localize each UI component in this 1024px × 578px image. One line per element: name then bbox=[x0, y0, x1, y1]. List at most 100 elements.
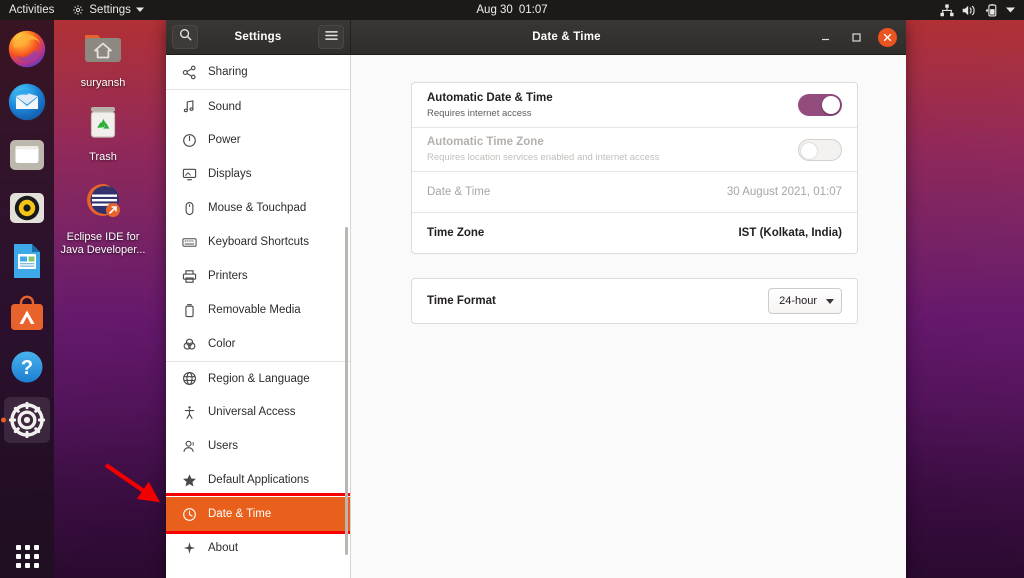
minimize-button[interactable] bbox=[816, 28, 834, 46]
sidebar-item-label: Sharing bbox=[208, 66, 248, 78]
network-wired-icon bbox=[940, 4, 954, 17]
sidebar-item-default-applications[interactable]: Default Applications bbox=[166, 463, 350, 497]
dock-item-help[interactable]: ? bbox=[4, 344, 50, 390]
thunderbird-icon bbox=[7, 82, 47, 122]
share-icon bbox=[181, 64, 198, 81]
app-menu-button[interactable]: Settings bbox=[63, 0, 153, 20]
sidebar-item-date-time[interactable]: Date & Time bbox=[166, 497, 350, 531]
eclipse-icon bbox=[79, 178, 127, 226]
settings-title: Settings bbox=[235, 31, 282, 43]
sidebar-item-label: Date & Time bbox=[208, 508, 271, 520]
sidebar-item-sound[interactable]: Sound bbox=[166, 89, 350, 123]
sidebar-item-universal-access[interactable]: Universal Access bbox=[166, 395, 350, 429]
accessibility-icon bbox=[181, 404, 198, 421]
row-automatic-time-zone[interactable]: Automatic Time Zone Requires location se… bbox=[412, 127, 857, 171]
row-time-format[interactable]: Time Format 24-hour bbox=[412, 279, 857, 323]
row-automatic-date-time[interactable]: Automatic Date & Time Requires internet … bbox=[412, 83, 857, 127]
date-time-panel: Automatic Date & Time Requires internet … bbox=[351, 55, 906, 578]
maximize-button[interactable] bbox=[847, 28, 865, 46]
sidebar-item-removable-media[interactable]: Removable Media bbox=[166, 293, 350, 327]
battery-icon bbox=[985, 4, 998, 17]
trash-icon bbox=[79, 98, 127, 146]
activities-button[interactable]: Activities bbox=[0, 0, 63, 20]
firefox-icon bbox=[7, 29, 47, 69]
sidebar-scrollbar[interactable] bbox=[345, 227, 348, 555]
row-subtitle: Requires location services enabled and i… bbox=[427, 151, 798, 164]
automatic-time-zone-toggle[interactable] bbox=[798, 139, 842, 161]
display-icon bbox=[181, 166, 198, 183]
menu-button[interactable] bbox=[318, 25, 344, 49]
running-indicator-dot bbox=[1, 418, 6, 423]
top-bar-left: Activities Settings bbox=[0, 0, 153, 20]
date-time-value: 30 August 2021, 01:07 bbox=[727, 186, 842, 198]
sidebar-item-users[interactable]: Users bbox=[166, 429, 350, 463]
row-title: Time Format bbox=[427, 294, 768, 309]
sidebar-item-label: Region & Language bbox=[208, 373, 310, 385]
desktop-icon-home-folder[interactable]: suryansh bbox=[57, 24, 149, 90]
sidebar-item-label: About bbox=[208, 542, 238, 554]
sidebar-item-label: Default Applications bbox=[208, 474, 309, 486]
sidebar-item-label: Keyboard Shortcuts bbox=[208, 236, 309, 248]
clock-button[interactable]: Aug 3001:07 bbox=[0, 4, 1024, 16]
sidebar-item-about[interactable]: About bbox=[166, 531, 350, 565]
color-icon bbox=[181, 336, 198, 353]
sidebar-item-mouse-touchpad[interactable]: Mouse & Touchpad bbox=[166, 191, 350, 225]
search-button[interactable] bbox=[172, 25, 198, 49]
power-icon bbox=[181, 132, 198, 149]
clock-date: Aug 30 bbox=[476, 4, 512, 16]
home-folder-icon bbox=[79, 24, 127, 72]
sidebar-item-power[interactable]: Power bbox=[166, 123, 350, 157]
automatic-date-time-toggle[interactable] bbox=[798, 94, 842, 116]
sidebar-item-label: Displays bbox=[208, 168, 251, 180]
sidebar-item-color[interactable]: Color bbox=[166, 327, 350, 361]
music-note-icon bbox=[181, 98, 198, 115]
sidebar-item-label: Power bbox=[208, 134, 241, 146]
row-date-time[interactable]: Date & Time 30 August 2021, 01:07 bbox=[412, 171, 857, 212]
gnome-top-bar: Activities Settings Aug 3001:07 bbox=[0, 0, 1024, 20]
files-icon bbox=[7, 135, 47, 175]
row-time-zone[interactable]: Time Zone IST (Kolkata, India) bbox=[412, 212, 857, 253]
sidebar-item-region-language[interactable]: Region & Language bbox=[166, 361, 350, 395]
desktop-icon-trash[interactable]: Trash bbox=[57, 98, 149, 164]
row-text: Date & Time bbox=[427, 185, 727, 200]
window-body: Sharing Sound bbox=[166, 55, 906, 578]
dock-item-libreoffice-writer[interactable] bbox=[4, 238, 50, 284]
sidebar-item-sharing[interactable]: Sharing bbox=[166, 55, 350, 89]
show-applications-button[interactable] bbox=[0, 545, 54, 568]
settings-gear-icon bbox=[72, 4, 84, 16]
settings-window: Settings Date & Time bbox=[166, 20, 906, 578]
dock-item-rhythmbox[interactable] bbox=[4, 185, 50, 231]
chevron-down-icon bbox=[826, 299, 834, 304]
close-button[interactable] bbox=[878, 28, 897, 47]
titlebar-sidebar-header: Settings bbox=[166, 20, 351, 55]
system-status-area[interactable] bbox=[935, 0, 1020, 20]
sidebar-item-keyboard-shortcuts[interactable]: Keyboard Shortcuts bbox=[166, 225, 350, 259]
dock-item-settings[interactable] bbox=[4, 397, 50, 443]
dock-item-firefox[interactable] bbox=[4, 26, 50, 72]
mouse-icon bbox=[181, 200, 198, 217]
time-format-dropdown[interactable]: 24-hour bbox=[768, 288, 842, 314]
removable-media-icon bbox=[181, 302, 198, 319]
sidebar-list: Sharing Sound bbox=[166, 55, 350, 565]
sidebar-item-displays[interactable]: Displays bbox=[166, 157, 350, 191]
search-icon bbox=[179, 28, 192, 46]
dock-item-ubuntu-software[interactable] bbox=[4, 291, 50, 337]
about-icon bbox=[181, 540, 198, 557]
desktop-icon-label: suryansh bbox=[81, 77, 126, 90]
svg-text:?: ? bbox=[21, 357, 33, 379]
dock-item-thunderbird[interactable] bbox=[4, 79, 50, 125]
row-subtitle: Requires internet access bbox=[427, 107, 798, 120]
row-text: Automatic Date & Time Requires internet … bbox=[427, 91, 798, 120]
libreoffice-writer-icon bbox=[7, 241, 47, 281]
row-title: Time Zone bbox=[427, 226, 738, 241]
sidebar-item-label: Users bbox=[208, 440, 238, 452]
dock-item-files[interactable] bbox=[4, 132, 50, 178]
sidebar-item-printers[interactable]: Printers bbox=[166, 259, 350, 293]
desktop-icon-label: Eclipse IDE for Java Developer... bbox=[57, 231, 149, 257]
grid-apps-icon bbox=[16, 545, 39, 568]
row-text: Time Format bbox=[427, 294, 768, 309]
volume-icon bbox=[962, 4, 977, 17]
sidebar-item-label: Mouse & Touchpad bbox=[208, 202, 306, 214]
desktop-icon-eclipse[interactable]: Eclipse IDE for Java Developer... bbox=[57, 178, 149, 257]
activities-label: Activities bbox=[9, 4, 54, 16]
